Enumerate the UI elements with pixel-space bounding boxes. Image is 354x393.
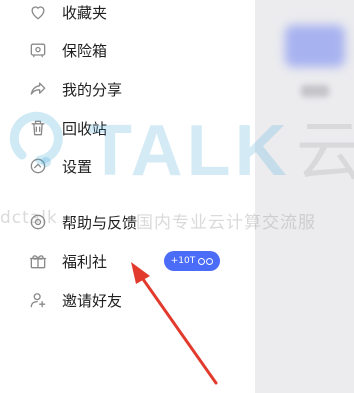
menu-item-label: 我的分享 xyxy=(62,80,123,99)
add-user-icon xyxy=(27,289,49,311)
menu-item-label: 福利社 xyxy=(62,252,108,271)
trash-icon xyxy=(27,117,49,139)
settings-icon xyxy=(27,155,49,177)
heart-icon xyxy=(27,1,49,23)
blurred-folder-icon xyxy=(285,25,345,67)
menu-item-label: 邀请好友 xyxy=(62,291,123,310)
help-icon xyxy=(27,211,49,233)
menu-item-settings[interactable]: 设置 xyxy=(0,146,255,186)
menu-item-favorites[interactable]: 收藏夹 xyxy=(0,0,255,32)
side-menu: 收藏夹 保险箱 我的分享 回收站 设置 帮助与反馈 福利社 +10T 邀请好友 xyxy=(0,0,255,393)
coin-icon xyxy=(198,257,214,265)
menu-item-recycle-bin[interactable]: 回收站 xyxy=(0,108,255,148)
menu-item-invite-friends[interactable]: 邀请好友 xyxy=(0,280,255,320)
share-icon xyxy=(27,78,49,100)
reward-badge[interactable]: +10T xyxy=(164,251,220,271)
menu-item-help-feedback[interactable]: 帮助与反馈 xyxy=(0,202,255,242)
menu-item-label: 保险箱 xyxy=(62,41,108,60)
menu-item-share[interactable]: 我的分享 xyxy=(0,69,255,109)
menu-item-label: 设置 xyxy=(62,157,93,176)
blurred-folder-label xyxy=(301,85,329,97)
gift-icon xyxy=(27,250,49,272)
menu-item-label: 回收站 xyxy=(62,119,108,138)
menu-item-safe[interactable]: 保险箱 xyxy=(0,30,255,70)
menu-item-label: 帮助与反馈 xyxy=(62,213,138,232)
reward-badge-text: +10T xyxy=(170,256,196,266)
menu-item-label: 收藏夹 xyxy=(62,3,108,22)
safe-icon xyxy=(27,39,49,61)
blurred-content-area xyxy=(255,0,354,393)
